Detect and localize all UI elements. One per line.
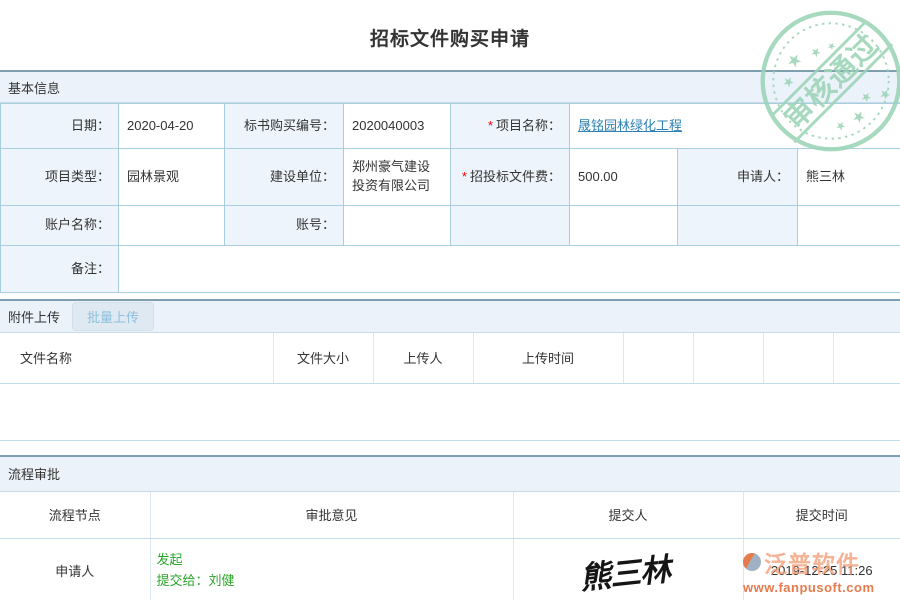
approval-opinion-cell: 发起 提交给：刘健 <box>150 539 513 600</box>
basic-info-row-3: 账户名称： 账号： <box>1 206 900 246</box>
applicant-label: 申请人： <box>678 149 798 206</box>
basic-info-section-title: 基本信息 <box>8 78 60 97</box>
watermark-brand: 泛普软件 <box>764 545 860 579</box>
required-mark: * <box>488 118 493 133</box>
build-unit-value: 郑州豪气建设投资有限公司 <box>344 149 451 206</box>
bid-no-label: 标书购买编号： <box>225 104 344 149</box>
signature: 熊三林 <box>580 543 676 598</box>
column-approval-opinion: 审批意见 <box>150 492 513 539</box>
attachments-empty-body <box>0 384 900 441</box>
basic-info-row-4: 备注： <box>1 246 900 293</box>
empty-header-cell <box>763 333 833 383</box>
empty-label-cell <box>451 206 570 246</box>
column-submit-time: 提交时间 <box>743 492 900 539</box>
attachments-section-title: 附件上传 <box>8 307 60 326</box>
empty-value-cell <box>570 206 678 246</box>
basic-info-table: 日期： 2020-04-20 标书购买编号： 2020040003 *项目名称：… <box>0 103 900 293</box>
empty-value-cell <box>798 206 900 246</box>
applicant-value: 熊三林 <box>798 149 900 206</box>
column-file-name: 文件名称 <box>0 333 273 383</box>
spacer <box>0 441 900 455</box>
remark-value <box>119 246 900 293</box>
submitter-signature-cell: 熊三林 <box>513 539 743 600</box>
column-upload-time: 上传时间 <box>473 333 623 383</box>
attachments-section-bar: 附件上传 批量上传 <box>0 299 900 333</box>
batch-upload-button[interactable]: 批量上传 <box>72 302 154 331</box>
required-mark: * <box>462 169 467 184</box>
attachments-header-row: 文件名称 文件大小 上传人 上传时间 <box>0 333 900 383</box>
opinion-submit-to: 提交给：刘健 <box>157 570 513 591</box>
date-value: 2020-04-20 <box>119 104 225 149</box>
account-name-value <box>119 206 225 246</box>
column-submitter: 提交人 <box>513 492 743 539</box>
remark-label: 备注： <box>1 246 119 293</box>
basic-info-row-2: 项目类型： 园林景观 建设单位： 郑州豪气建设投资有限公司 *招投标文件费： 5… <box>1 149 900 206</box>
basic-info-row-1: 日期： 2020-04-20 标书购买编号： 2020040003 *项目名称：… <box>1 104 900 149</box>
date-label: 日期： <box>1 104 119 149</box>
bid-document-purchase-page: 招标文件购买申请 基本信息 日期： 2020-04-20 标书购买编号： 202… <box>0 0 900 600</box>
project-type-label: 项目类型： <box>1 149 119 206</box>
column-file-size: 文件大小 <box>273 333 373 383</box>
build-unit-label: 建设单位： <box>225 149 344 206</box>
attachments-table: 文件名称 文件大小 上传人 上传时间 <box>0 333 900 384</box>
page-title: 招标文件购买申请 <box>0 0 900 70</box>
account-no-label: 账号： <box>225 206 344 246</box>
fanpu-logo-icon <box>743 553 761 571</box>
empty-label-cell <box>678 206 798 246</box>
approval-section-bar: 流程审批 <box>0 455 900 492</box>
column-uploader: 上传人 <box>373 333 473 383</box>
fanpu-watermark: 泛普软件 www.fanpusoft.com <box>743 545 875 595</box>
empty-header-cell <box>623 333 693 383</box>
opinion-initiate: 发起 <box>157 549 513 570</box>
approval-section-title: 流程审批 <box>8 464 60 483</box>
empty-header-cell <box>693 333 763 383</box>
project-name-cell: 晟铭园林绿化工程 <box>570 104 900 149</box>
approval-header-row: 流程节点 审批意见 提交人 提交时间 <box>0 492 900 539</box>
column-flow-node: 流程节点 <box>0 492 150 539</box>
empty-header-cell <box>833 333 900 383</box>
account-name-label: 账户名称： <box>1 206 119 246</box>
project-type-value: 园林景观 <box>119 149 225 206</box>
project-name-link[interactable]: 晟铭园林绿化工程 <box>578 118 682 133</box>
basic-info-section-bar: 基本信息 <box>0 70 900 103</box>
flow-node-cell: 申请人 <box>0 539 150 600</box>
account-no-value <box>344 206 451 246</box>
doc-fee-label: *招投标文件费： <box>451 149 570 206</box>
bid-no-value: 2020040003 <box>344 104 451 149</box>
watermark-url: www.fanpusoft.com <box>743 580 875 595</box>
project-name-label: *项目名称： <box>451 104 570 149</box>
doc-fee-value: 500.00 <box>570 149 678 206</box>
